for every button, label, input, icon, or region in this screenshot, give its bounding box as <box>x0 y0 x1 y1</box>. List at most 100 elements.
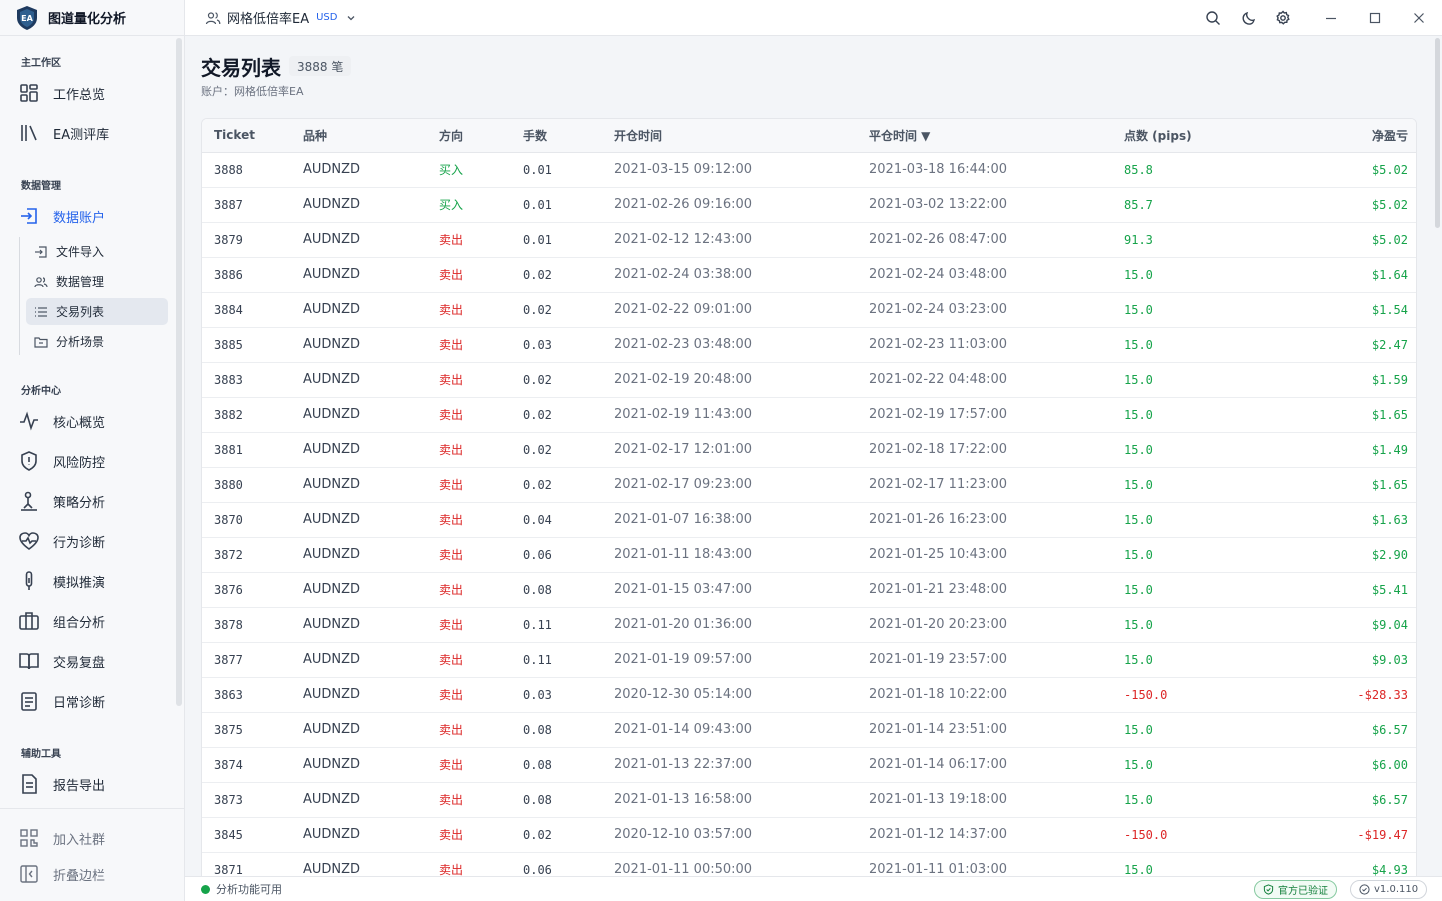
table-row[interactable]: 3883 AUDNZD 卖出 0.02 2021-02-19 20:48:00 2021-… <box>202 362 1416 398</box>
close-button[interactable] <box>1410 9 1428 27</box>
column-header-open-time[interactable]: 开仓时间 <box>614 119 869 153</box>
section-tools-label: 辅助工具 <box>21 749 61 760</box>
table-row[interactable]: 3880 AUDNZD 卖出 0.02 2021-02-17 09:23:00 2021-… <box>202 467 1416 503</box>
sidebar-item-behavior-diagnosis[interactable]: 行为诊断 <box>18 526 168 556</box>
sidebar-item-report-export[interactable]: 报告导出 <box>18 769 168 799</box>
column-header-net-pnl[interactable]: 净盈亏 <box>1314 119 1416 153</box>
table-row[interactable]: 3884 AUDNZD 卖出 0.02 2021-02-22 09:01:00 2021-… <box>202 292 1416 328</box>
cell-lots: 0.03 <box>523 677 614 713</box>
table-row[interactable]: 3873 AUDNZD 卖出 0.08 2021-01-13 16:58:00 2021-… <box>202 782 1416 818</box>
table-row[interactable]: 3870 AUDNZD 卖出 0.04 2021-01-07 16:38:00 2021-… <box>202 502 1416 538</box>
column-header-symbol[interactable]: 品种 <box>303 119 439 153</box>
sidebar-subitem-data-management[interactable]: 数据管理 <box>26 268 168 295</box>
sidebar-subitem-label: 交易列表 <box>56 305 105 319</box>
sidebar-item-collapse[interactable]: 折叠边栏 <box>18 859 168 889</box>
verified-badge[interactable]: 官方已验证 <box>1254 880 1337 899</box>
sidebar-item-simulation[interactable]: 模拟推演 <box>18 566 168 596</box>
sidebar-item-ea-library[interactable]: EA测评库 <box>18 118 168 148</box>
cell-pips: -150.0 <box>1124 817 1314 853</box>
minimize-button[interactable] <box>1322 9 1340 27</box>
table-row[interactable]: 3863 AUDNZD 卖出 0.03 2020-12-30 05:14:00 2021-… <box>202 677 1416 713</box>
sidebar-item-portfolio[interactable]: 组合分析 <box>18 606 168 636</box>
table-row[interactable]: 3879 AUDNZD 卖出 0.01 2021-02-12 12:43:00 2021-… <box>202 222 1416 258</box>
sidebar-item-label: 折叠边栏 <box>53 868 106 884</box>
gear-icon <box>1276 10 1290 25</box>
cell-pips: 15.0 <box>1124 292 1314 328</box>
sidebar-item-risk-control[interactable]: 风险防控 <box>18 446 168 476</box>
cell-open-time: 2021-01-19 09:57:00 <box>614 642 869 678</box>
table-row[interactable]: 3876 AUDNZD 卖出 0.08 2021-01-15 03:47:00 2021-… <box>202 572 1416 608</box>
column-header-ticket[interactable]: Ticket <box>202 119 303 153</box>
table-row[interactable]: 3875 AUDNZD 卖出 0.08 2021-01-14 09:43:00 2021-… <box>202 712 1416 748</box>
theme-toggle-button[interactable] <box>1240 9 1258 27</box>
cell-net-pnl: $6.57 <box>1314 782 1416 818</box>
search-button[interactable] <box>1204 9 1222 27</box>
sidebar-item-strategy-analysis[interactable]: 策略分析 <box>18 486 168 516</box>
sidebar-item-join-community[interactable]: 加入社群 <box>18 823 168 853</box>
clipboard-icon <box>21 692 37 711</box>
cell-ticket: 3873 <box>202 782 303 818</box>
cell-ticket: 3885 <box>202 327 303 363</box>
cell-open-time: 2021-02-24 03:38:00 <box>614 257 869 293</box>
table-row[interactable]: 3874 AUDNZD 卖出 0.08 2021-01-13 22:37:00 2021-… <box>202 747 1416 783</box>
sidebar-item-data-account[interactable]: 数据账户 <box>18 201 168 231</box>
table-row[interactable]: 3872 AUDNZD 卖出 0.06 2021-01-11 18:43:00 2021-… <box>202 537 1416 573</box>
cell-direction: 卖出 <box>439 432 523 468</box>
table-row[interactable]: 3845 AUDNZD 卖出 0.02 2020-12-10 03:57:00 2021-… <box>202 817 1416 853</box>
column-header-close-time[interactable]: 平仓时间 ▼ <box>869 119 1124 153</box>
main-scrollbar[interactable] <box>1433 36 1441 876</box>
book-open-icon <box>19 653 39 670</box>
sidebar: EA 图道量化分析 主工作区 工作总览 EA测评库 数据管理 数据账户 文件导入… <box>0 0 185 901</box>
cell-pips: 15.0 <box>1124 467 1314 503</box>
cell-direction: 卖出 <box>439 537 523 573</box>
table-row[interactable]: 3878 AUDNZD 卖出 0.11 2021-01-20 01:36:00 2021-… <box>202 607 1416 643</box>
column-header-lots[interactable]: 手数 <box>523 119 614 153</box>
cell-symbol: AUDNZD <box>303 572 439 608</box>
cell-pips: 15.0 <box>1124 782 1314 818</box>
cell-symbol: AUDNZD <box>303 222 439 258</box>
sidebar-item-overview[interactable]: 工作总览 <box>18 78 168 108</box>
list-icon <box>35 306 47 317</box>
column-header-direction[interactable]: 方向 <box>439 119 523 153</box>
sidebar-scrollbar[interactable] <box>176 38 182 706</box>
table-row[interactable]: 3877 AUDNZD 卖出 0.11 2021-01-19 09:57:00 2021-… <box>202 642 1416 678</box>
cell-lots: 0.02 <box>523 257 614 293</box>
sidebar-subitem-trade-list[interactable]: 交易列表 <box>26 298 168 325</box>
cell-lots: 0.04 <box>523 502 614 538</box>
sidebar-subitem-analysis-scene[interactable]: 分析场景 <box>26 328 168 355</box>
qr-code-icon <box>20 829 38 847</box>
scrollbar-thumb[interactable] <box>1435 38 1440 228</box>
maximize-button[interactable] <box>1366 9 1384 27</box>
table-row[interactable]: 3882 AUDNZD 卖出 0.02 2021-02-19 11:43:00 2021-… <box>202 397 1416 433</box>
section-analysis-label: 分析中心 <box>21 386 61 397</box>
cell-symbol: AUDNZD <box>303 187 439 223</box>
cell-close-time: 2021-03-02 13:22:00 <box>869 187 1124 223</box>
account-selector[interactable]: 网格低倍率EA USD <box>205 8 357 27</box>
sidebar-item-label: 风险防控 <box>53 455 106 471</box>
cell-pips: 91.3 <box>1124 222 1314 258</box>
cell-open-time: 2021-02-22 09:01:00 <box>614 292 869 328</box>
users-icon <box>34 276 48 287</box>
cell-ticket: 3883 <box>202 362 303 398</box>
cell-pips: 15.0 <box>1124 257 1314 293</box>
version-badge[interactable]: v1.0.110 <box>1350 880 1428 899</box>
table-row[interactable]: 3887 AUDNZD 买入 0.01 2021-02-26 09:16:00 2021-… <box>202 187 1416 223</box>
cell-open-time: 2020-12-10 03:57:00 <box>614 817 869 853</box>
sidebar-item-label: 交易复盘 <box>53 655 106 671</box>
cell-symbol: AUDNZD <box>303 502 439 538</box>
sidebar-item-trade-review[interactable]: 交易复盘 <box>18 646 168 676</box>
cell-ticket: 3872 <box>202 537 303 573</box>
table-row[interactable]: 3885 AUDNZD 卖出 0.03 2021-02-23 03:48:00 2021-… <box>202 327 1416 363</box>
column-header-pips[interactable]: 点数 (pips) <box>1124 119 1314 153</box>
users-icon <box>205 11 221 24</box>
sidebar-item-daily-diagnosis[interactable]: 日常诊断 <box>18 686 168 716</box>
cell-open-time: 2021-01-07 16:38:00 <box>614 502 869 538</box>
settings-button[interactable] <box>1274 9 1292 27</box>
sidebar-item-core-overview[interactable]: 核心概览 <box>18 406 168 436</box>
table-row[interactable]: 3881 AUDNZD 卖出 0.02 2021-02-17 12:01:00 2021-… <box>202 432 1416 468</box>
sidebar-subitem-file-import[interactable]: 文件导入 <box>26 238 168 265</box>
cell-direction: 卖出 <box>439 362 523 398</box>
table-row[interactable]: 3888 AUDNZD 买入 0.01 2021-03-15 09:12:00 2021-… <box>202 152 1416 188</box>
cell-close-time: 2021-01-19 23:57:00 <box>869 642 1124 678</box>
table-row[interactable]: 3886 AUDNZD 卖出 0.02 2021-02-24 03:38:00 2021-… <box>202 257 1416 293</box>
